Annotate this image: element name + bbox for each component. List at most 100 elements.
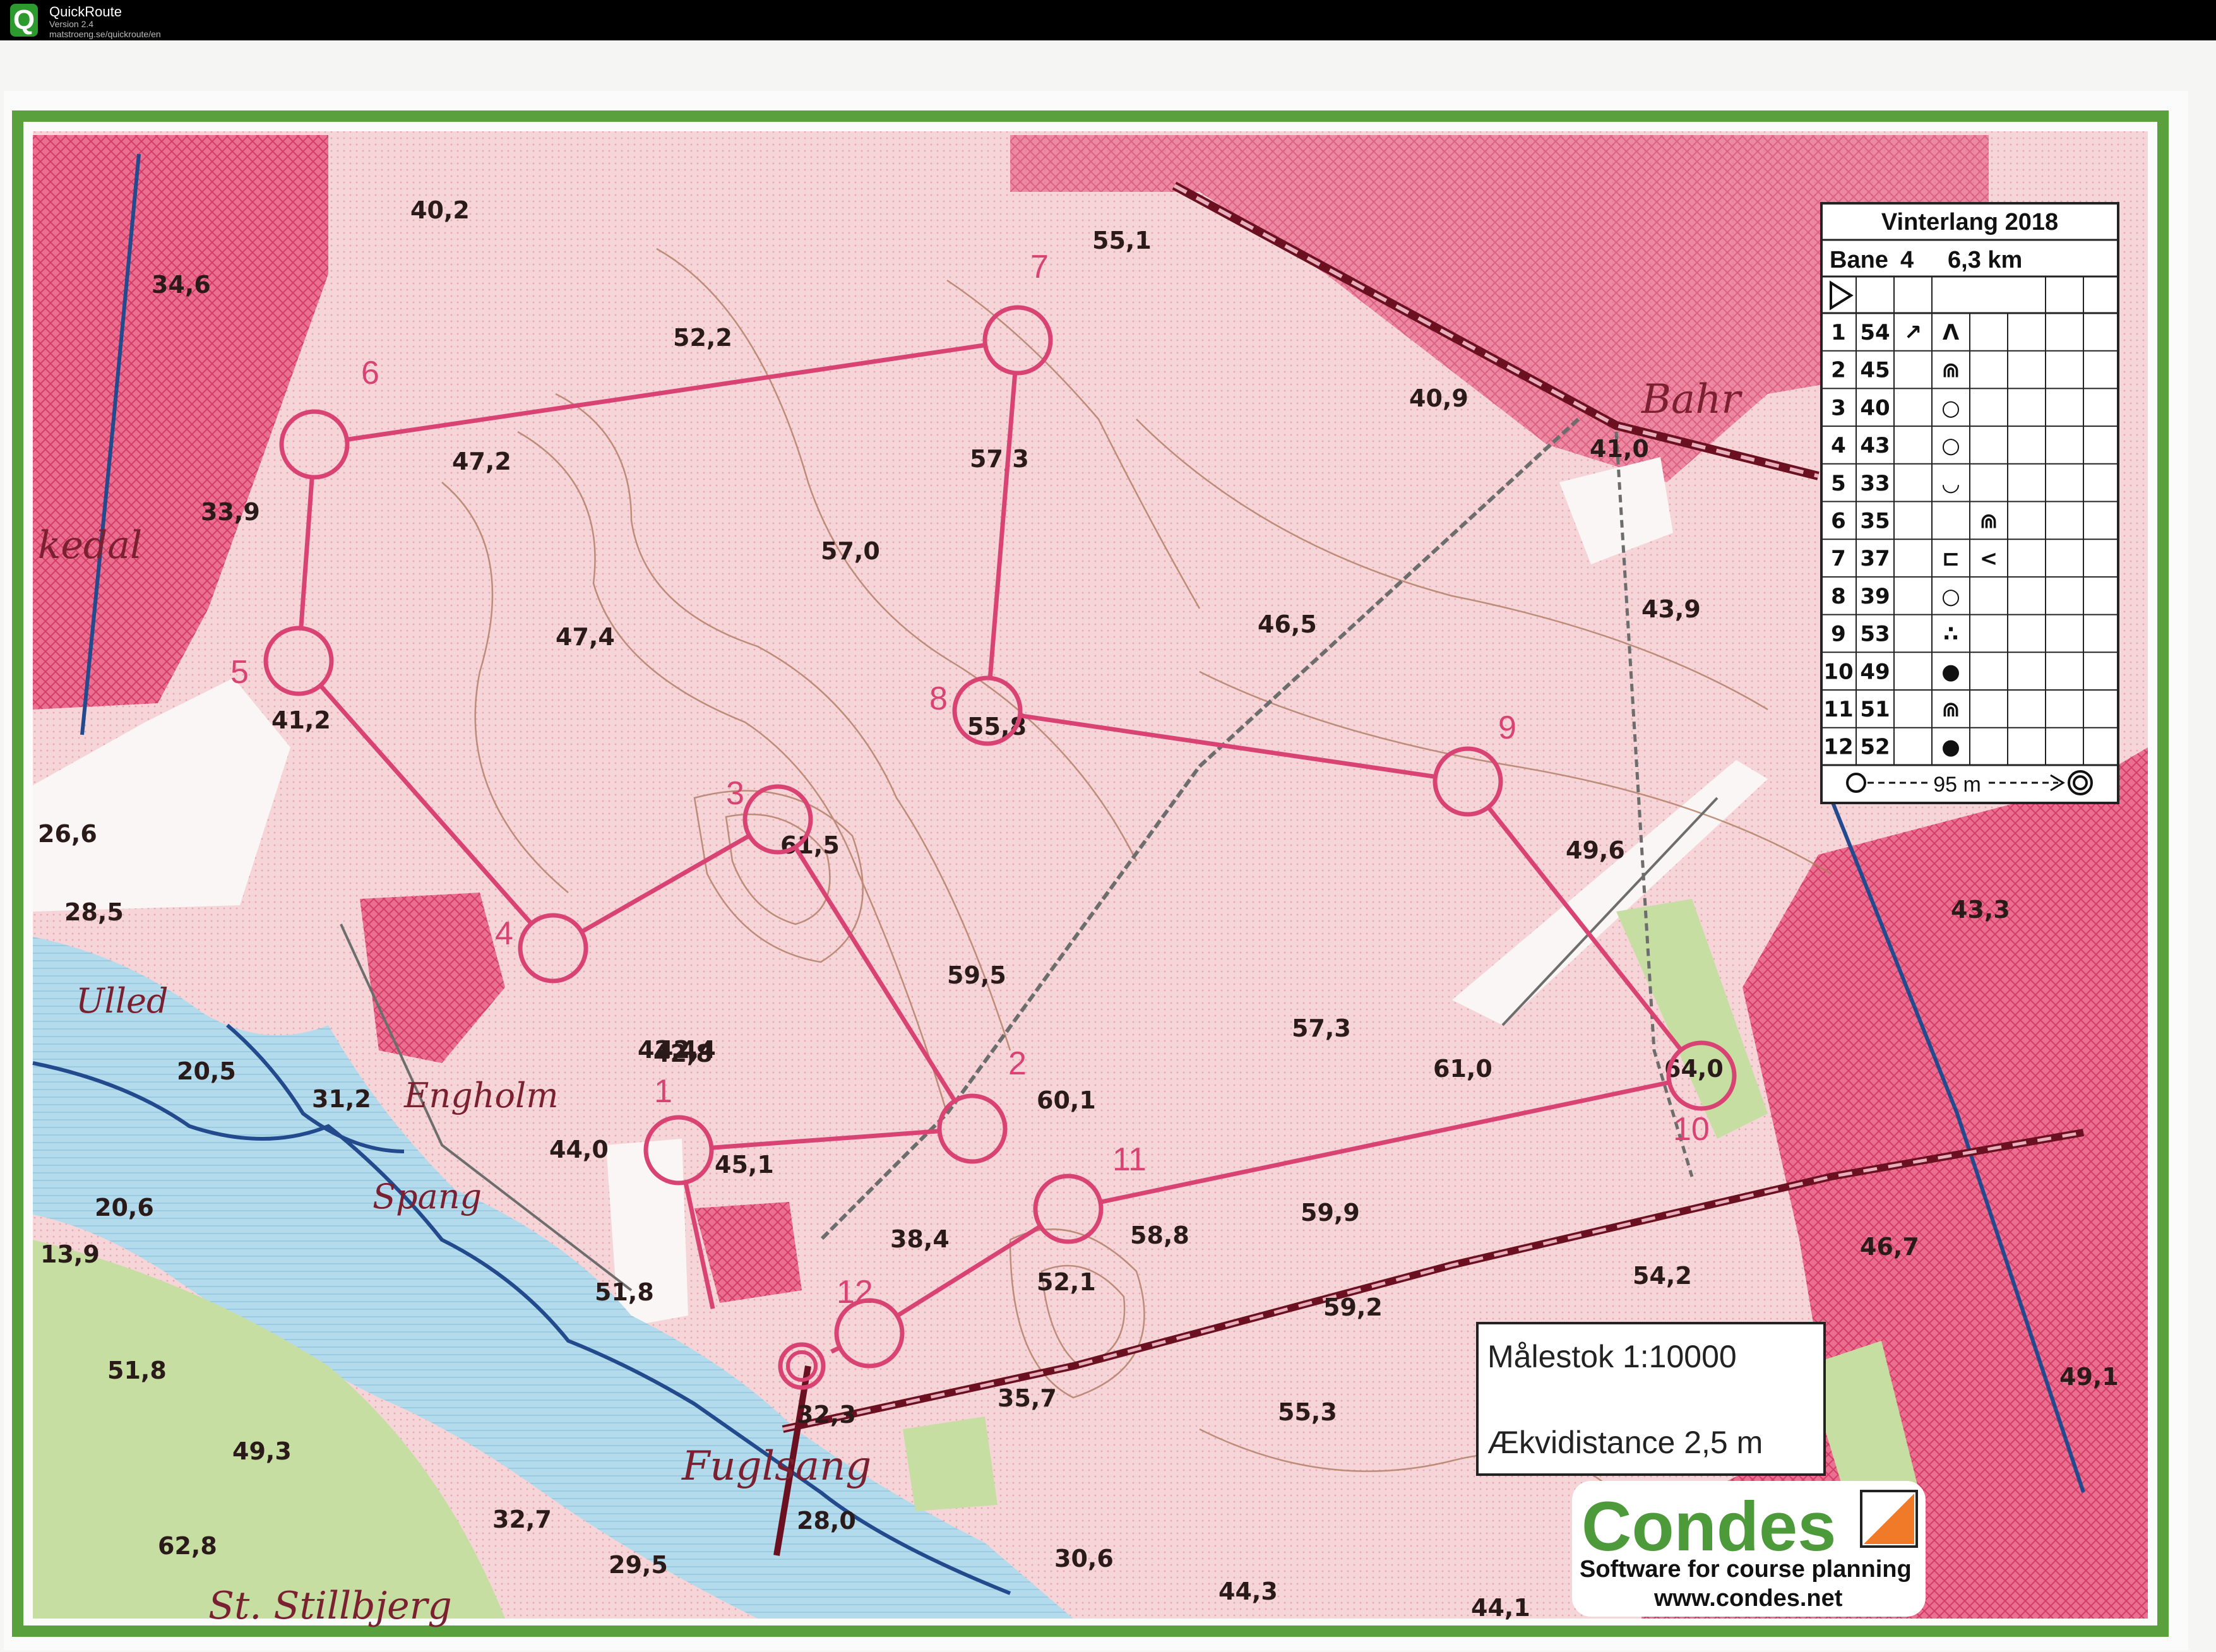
condes-logo: Condes Software for course planning www.… <box>1572 1481 1926 1617</box>
spot-height: 13,9 <box>40 1240 100 1268</box>
legend-code: 43 <box>1860 433 1890 458</box>
spot-height: 49,3 <box>232 1437 292 1465</box>
spot-height: 47,4 <box>556 623 615 651</box>
legend-seq: 9 <box>1831 622 1846 647</box>
legend-seq: 1 <box>1831 320 1846 345</box>
condes-name: Condes <box>1582 1488 1836 1566</box>
control-description-sheet: Vinterlang 2018 Bane 4 6,3 km 1 54 ↗ ⴷ2 45 ⋒3… <box>1820 202 2119 804</box>
spot-height: 31,2 <box>312 1085 371 1113</box>
legend-symbol: ⊏ <box>1942 546 1960 571</box>
legend-code: 37 <box>1860 546 1890 571</box>
legend-course-length: 6,3 km <box>1948 247 2022 273</box>
legend-symbol: ⋒ <box>1942 358 1960 383</box>
legend-symbol: ∴ <box>1943 622 1958 647</box>
spot-height: 35,7 <box>998 1384 1057 1412</box>
condes-tagline: Software for course planning <box>1580 1556 1912 1583</box>
app-version: Version 2.4 <box>49 19 94 29</box>
legend-course-number: 4 <box>1900 247 1914 273</box>
control-number: 5 <box>230 654 249 691</box>
legend-symbol: ○ <box>1941 433 1960 458</box>
legend-symbol: ○ <box>1941 395 1960 420</box>
spot-height: 62,8 <box>158 1532 217 1560</box>
spot-height: 29,5 <box>609 1551 668 1579</box>
spot-height: 32,3 <box>797 1401 856 1429</box>
legend-seq: 8 <box>1831 584 1846 609</box>
spot-height: 61,5 <box>780 831 840 859</box>
legend-code: 52 <box>1860 735 1890 760</box>
title-bar: Q QuickRoute Version 2.4 matstroeng.se/q… <box>0 0 2216 40</box>
legend-code: 39 <box>1860 584 1890 609</box>
spot-height: 57,3 <box>1292 1014 1351 1042</box>
spot-height: 28,5 <box>64 898 124 926</box>
legend-code: 51 <box>1860 697 1890 722</box>
finish-distance: 95 m <box>1933 773 1981 797</box>
legend-seq: 2 <box>1831 358 1846 383</box>
spot-height: 44,0 <box>549 1136 609 1163</box>
spot-height: 34,6 <box>152 271 211 299</box>
spot-height: 51,8 <box>595 1278 654 1306</box>
legend-seq: 12 <box>1823 735 1853 760</box>
spot-height: 32,7 <box>492 1506 552 1533</box>
spot-height: 59,2 <box>1323 1293 1383 1321</box>
legend-seq: 7 <box>1831 546 1846 571</box>
spot-height: 40,2 <box>410 196 470 224</box>
legend-code: 53 <box>1860 622 1890 647</box>
legend-symbol: ● <box>1941 735 1960 760</box>
place-name: Bahr <box>1641 376 1742 423</box>
quickroute-logo-icon: Q <box>10 4 38 37</box>
spot-height: 58,8 <box>1130 1221 1189 1249</box>
spot-height: 59,9 <box>1301 1199 1360 1227</box>
spot-height: 57,0 <box>821 537 880 565</box>
spot-height: 46,7 <box>1860 1233 1919 1261</box>
spot-height: 41,2 <box>271 706 331 734</box>
contour-interval-text: Ækvidistance 2,5 m <box>1487 1425 1763 1460</box>
control-number: 10 <box>1673 1111 1710 1148</box>
legend-seq: 3 <box>1831 395 1846 420</box>
legend-code: 35 <box>1860 509 1890 534</box>
control-number: 7 <box>1030 249 1049 285</box>
spot-height: 55,1 <box>1092 227 1152 254</box>
place-name: Engholm <box>403 1076 559 1115</box>
control-number: 9 <box>1498 710 1516 746</box>
spot-height: 40,9 <box>1409 384 1468 412</box>
spot-height: 51,8 <box>107 1357 167 1384</box>
scale-box: Målestok 1:10000 Ækvidistance 2,5 m <box>1476 1322 1826 1476</box>
map-viewport[interactable]: Bahr Engholm Spang Fuglsang St. Stillbje… <box>0 40 2216 1652</box>
control-number: 2 <box>1008 1045 1027 1082</box>
legend-event-title: Vinterlang 2018 <box>1881 209 2058 235</box>
place-name: Spang <box>372 1177 482 1216</box>
spot-height: 49,1 <box>2059 1363 2119 1391</box>
spot-height: 30,6 <box>1054 1545 1114 1572</box>
spot-height: 45,1 <box>715 1151 774 1179</box>
spot-height: 44,1 <box>1471 1594 1530 1622</box>
control-number: 1 <box>654 1073 672 1110</box>
spot-height: 43,9 <box>1641 595 1701 623</box>
legend-symbol: ⋒ <box>1942 697 1960 722</box>
place-name: St. Stillbjerg <box>208 1584 452 1628</box>
legend-seq: 4 <box>1831 433 1846 458</box>
spot-height: 54,2 <box>1633 1262 1692 1290</box>
legend-symbol: ○ <box>1941 584 1960 609</box>
spot-height: 57,3 <box>970 445 1029 473</box>
legend-symbol: ⋒ <box>1980 509 1998 534</box>
spot-height: 20,6 <box>95 1194 154 1221</box>
spot-height: 44,3 <box>1218 1578 1278 1605</box>
spot-height: 38,4 <box>890 1225 950 1253</box>
control-number: 11 <box>1112 1141 1147 1178</box>
control-number: 8 <box>929 680 948 717</box>
scale-text: Målestok 1:10000 <box>1487 1339 1737 1374</box>
place-name: Fuglsang <box>681 1443 871 1490</box>
legend-seq: 6 <box>1831 509 1846 534</box>
spot-height: 42,8 <box>653 1040 713 1067</box>
spot-height: 46,5 <box>1258 610 1317 638</box>
spot-height: 52,2 <box>673 324 732 352</box>
spot-height: 47,2 <box>452 448 511 475</box>
spot-height: 43,3 <box>1951 896 2010 924</box>
spot-height: 20,5 <box>177 1057 236 1085</box>
spot-height: 52,1 <box>1037 1268 1096 1296</box>
spot-height: 28,0 <box>797 1507 856 1535</box>
legend-symbol: ↗ <box>1904 320 1922 345</box>
legend-symbol: ◡ <box>1943 471 1960 496</box>
spot-height: 59,5 <box>947 961 1006 989</box>
place-name: Ulled <box>76 981 169 1021</box>
